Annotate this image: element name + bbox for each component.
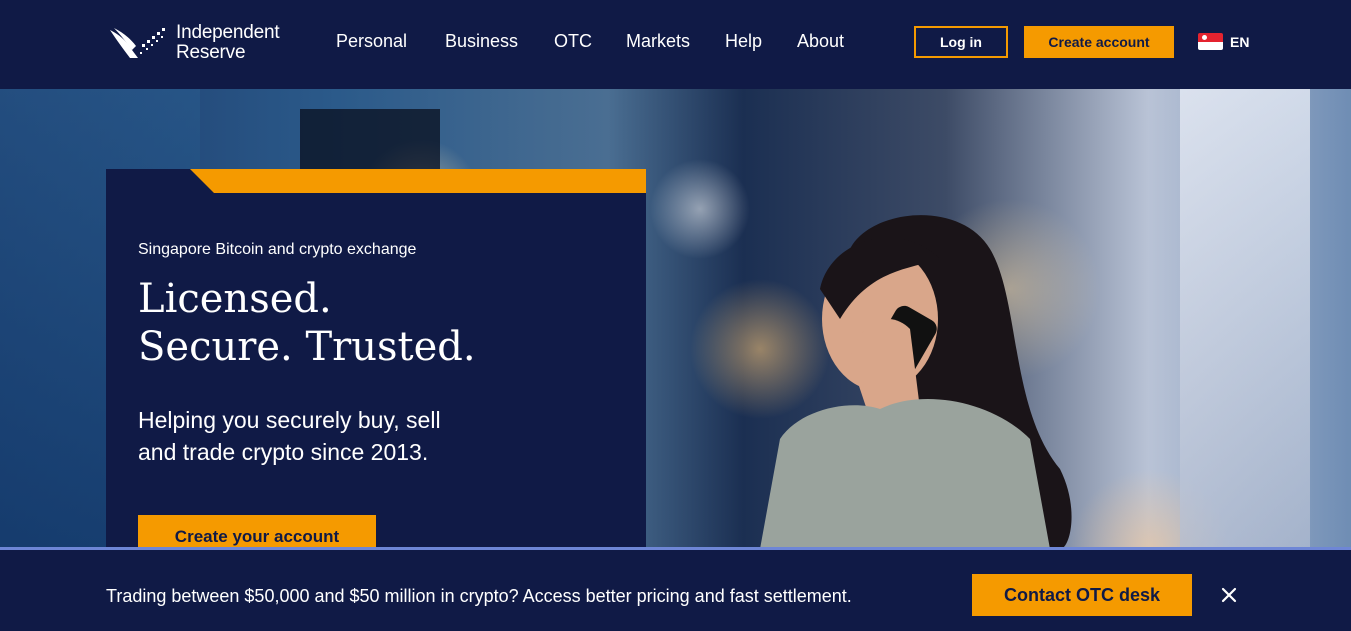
nav-about[interactable]: About [797,31,844,52]
logo-line-2: Reserve [176,42,246,63]
site-header: Independent Reserve Personal Business OT… [0,0,1351,89]
language-label: EN [1230,33,1250,50]
logo-line-1: Independent [176,22,280,43]
hero-title-line-1: Licensed. [138,276,332,322]
hero-description-line-1: Helping you securely buy, sell [138,407,441,433]
hero-title-line-2: Secure. Trusted. [138,324,476,370]
hero-description-line-2: and trade crypto since 2013. [138,439,429,465]
nav-otc[interactable]: OTC [554,31,592,52]
login-button[interactable]: Log in [914,26,1008,58]
hero-subtitle: Singapore Bitcoin and crypto exchange [138,241,417,258]
hero-background-building [1180,89,1310,547]
contact-otc-desk-button[interactable]: Contact OTC desk [972,574,1192,616]
close-icon[interactable] [1220,586,1238,604]
hero-title: Licensed. Secure. Trusted. [138,275,476,371]
create-account-button[interactable]: Create account [1024,26,1174,58]
hero-woman-on-phone-image [760,215,1072,547]
hero-section: Singapore Bitcoin and crypto exchange Li… [0,89,1351,547]
otc-banner: Trading between $50,000 and $50 million … [0,547,1351,631]
wing-logo-icon [110,28,165,58]
otc-banner-text: Trading between $50,000 and $50 million … [106,586,852,606]
hero-description: Helping you securely buy, sell and trade… [138,404,498,468]
nav-personal[interactable]: Personal [336,31,407,52]
hero-card: Singapore Bitcoin and crypto exchange Li… [106,169,646,547]
create-your-account-button[interactable]: Create your account [138,515,376,547]
card-accent-bar [190,169,646,193]
language-selector[interactable]: EN [1198,33,1249,50]
logo[interactable]: Independent Reserve [108,22,288,64]
logo-text: Independent Reserve [176,22,280,63]
nav-business[interactable]: Business [445,31,518,52]
nav-help[interactable]: Help [725,31,762,52]
singapore-flag-icon [1198,33,1223,50]
nav-markets[interactable]: Markets [626,31,690,52]
